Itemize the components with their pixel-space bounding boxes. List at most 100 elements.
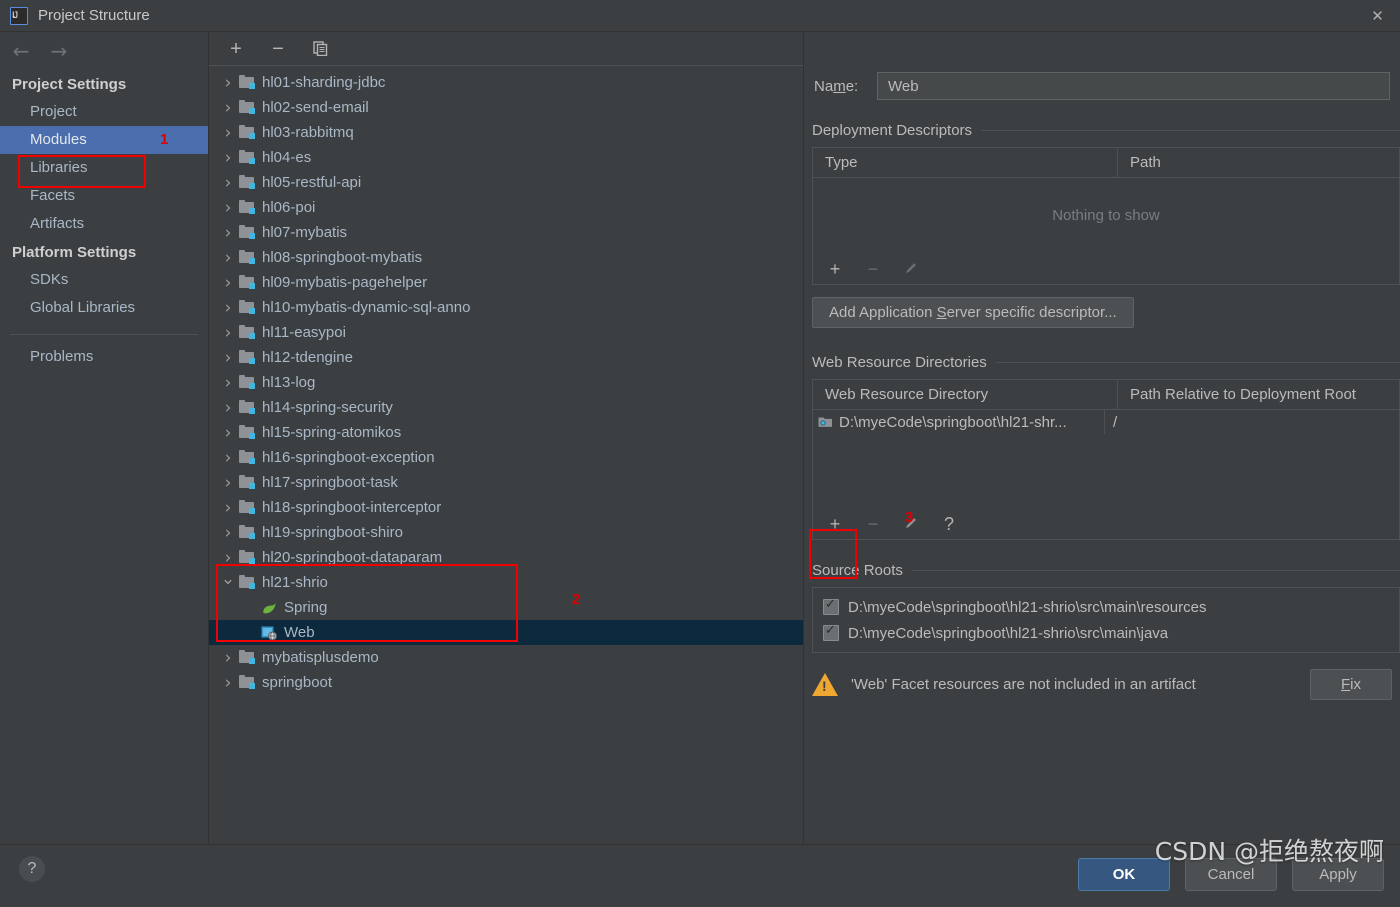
help-question-icon[interactable]: ? [19, 856, 45, 882]
tree-row[interactable]: hl05-restful-api [209, 170, 803, 195]
chevron-right-icon[interactable] [217, 248, 239, 268]
tree-row[interactable]: hl04-es [209, 145, 803, 170]
arrow-right-icon[interactable]: → [48, 41, 70, 61]
tree-row[interactable]: hl10-mybatis-dynamic-sql-anno [209, 295, 803, 320]
chevron-right-icon[interactable] [217, 323, 239, 343]
chevron-right-icon[interactable] [217, 148, 239, 168]
chevron-right-icon[interactable] [217, 173, 239, 193]
btn-text-pre: Add Application [829, 304, 937, 321]
name-row: Name: [814, 72, 1390, 100]
chevron-right-icon[interactable] [217, 348, 239, 368]
dialog-button-group: OK Cancel Apply [1078, 858, 1384, 891]
sidebar-item-facets[interactable]: Facets [0, 182, 208, 210]
settings-sidebar: ← → Project Settings Project Modules Lib… [0, 32, 209, 844]
deployment-descriptors-toolbar: + − [812, 254, 1400, 285]
tree-row[interactable]: hl06-poi [209, 195, 803, 220]
tree-row[interactable]: springboot [209, 670, 803, 695]
source-root-checkbox[interactable] [823, 623, 839, 641]
name-input[interactable] [877, 72, 1390, 100]
chevron-right-icon[interactable] [217, 123, 239, 143]
apply-button[interactable]: Apply [1292, 858, 1384, 891]
module-icon [239, 275, 255, 289]
tree-row[interactable]: hl07-mybatis [209, 220, 803, 245]
sidebar-item-sdks[interactable]: SDKs [0, 266, 208, 294]
chevron-right-icon[interactable] [217, 423, 239, 443]
sidebar-item-project[interactable]: Project [0, 98, 208, 126]
close-icon[interactable]: ✕ [1355, 0, 1400, 31]
tree-row[interactable]: hl18-springboot-interceptor [209, 495, 803, 520]
add-application-server-descriptor-button[interactable]: Add Application Server specific descript… [812, 297, 1134, 328]
table-header-row: Type Path [813, 148, 1399, 178]
chevron-right-icon[interactable] [217, 98, 239, 118]
tree-row[interactable]: hl17-springboot-task [209, 470, 803, 495]
tree-row[interactable]: hl12-tdengine [209, 345, 803, 370]
tree-row[interactable]: hl03-rabbitmq [209, 120, 803, 145]
column-header-path-relative[interactable]: Path Relative to Deployment Root [1118, 380, 1399, 409]
column-header-path[interactable]: Path [1118, 148, 1399, 177]
arrow-left-icon[interactable]: ← [10, 41, 32, 61]
chevron-right-icon[interactable] [217, 298, 239, 318]
chevron-right-icon[interactable] [217, 548, 239, 568]
section-rule [995, 362, 1400, 363]
tree-row-facet-spring[interactable]: Spring [209, 595, 803, 620]
add-icon[interactable]: + [826, 515, 844, 533]
column-header-type[interactable]: Type [813, 148, 1118, 177]
folder-web-icon [818, 416, 833, 428]
ok-button[interactable]: OK [1078, 858, 1170, 891]
cancel-button[interactable]: Cancel [1185, 858, 1277, 891]
chevron-right-icon[interactable] [217, 523, 239, 543]
table-body: D:\myeCode\springboot\hl21-shr... / [813, 410, 1399, 509]
tree-row[interactable]: hl20-springboot-dataparam [209, 545, 803, 570]
chevron-right-icon[interactable] [217, 373, 239, 393]
tree-row[interactable]: hl19-springboot-shiro [209, 520, 803, 545]
tree-row[interactable]: hl08-springboot-mybatis [209, 245, 803, 270]
deployment-descriptors-header: Deployment Descriptors [812, 122, 1400, 139]
tree-row-facet-web[interactable]: Web [209, 620, 803, 645]
table-row[interactable]: D:\myeCode\springboot\hl21-shr... / [813, 410, 1399, 434]
tree-row-hl21-shrio[interactable]: hl21-shrio [209, 570, 803, 595]
chevron-right-icon[interactable] [217, 198, 239, 218]
chevron-right-icon[interactable] [217, 273, 239, 293]
help-question-icon[interactable]: ? [940, 515, 958, 533]
remove-icon[interactable]: − [268, 39, 288, 59]
tree-row[interactable]: hl14-spring-security [209, 395, 803, 420]
sidebar-item-modules[interactable]: Modules [0, 126, 208, 154]
list-item[interactable]: D:\myeCode\springboot\hl21-shrio\src\mai… [813, 594, 1399, 620]
chevron-right-icon[interactable] [217, 498, 239, 518]
tree-row-label: hl15-spring-atomikos [262, 424, 402, 441]
sidebar-item-artifacts[interactable]: Artifacts [0, 210, 208, 238]
source-root-checkbox[interactable] [823, 597, 839, 615]
chevron-right-icon[interactable] [217, 673, 239, 693]
chevron-right-icon[interactable] [217, 448, 239, 468]
list-item[interactable]: D:\myeCode\springboot\hl21-shrio\src\mai… [813, 620, 1399, 646]
chevron-right-icon[interactable] [217, 223, 239, 243]
tree-row[interactable]: hl02-send-email [209, 95, 803, 120]
sidebar-item-libraries[interactable]: Libraries [0, 154, 208, 182]
tree-row[interactable]: hl15-spring-atomikos [209, 420, 803, 445]
chevron-right-icon[interactable] [217, 73, 239, 93]
tree-row-label: hl20-springboot-dataparam [262, 549, 443, 566]
add-icon[interactable]: + [826, 260, 844, 278]
sidebar-item-problems[interactable]: Problems [0, 343, 208, 371]
tree-row-label: hl01-sharding-jdbc [262, 74, 386, 91]
chevron-right-icon[interactable] [217, 473, 239, 493]
chevron-down-icon[interactable] [217, 573, 239, 593]
tree-row[interactable]: hl11-easypoi [209, 320, 803, 345]
warning-triangle-icon [812, 673, 838, 696]
chevron-right-icon[interactable] [217, 398, 239, 418]
tree-row[interactable]: hl16-springboot-exception [209, 445, 803, 470]
fix-button[interactable]: Fix [1309, 669, 1392, 700]
tree-row[interactable]: hl09-mybatis-pagehelper [209, 270, 803, 295]
sidebar-item-global-libraries[interactable]: Global Libraries [0, 294, 208, 322]
copy-icon[interactable] [310, 39, 330, 59]
dialog-footer: ? OK Cancel Apply [0, 844, 1400, 907]
tree-row[interactable]: hl01-sharding-jdbc [209, 70, 803, 95]
tree-row[interactable]: mybatisplusdemo [209, 645, 803, 670]
tree-row[interactable]: hl13-log [209, 370, 803, 395]
chevron-right-icon[interactable] [217, 648, 239, 668]
add-icon[interactable]: + [226, 39, 246, 59]
module-icon [239, 500, 255, 514]
column-header-web-resource-directory[interactable]: Web Resource Directory [813, 380, 1118, 409]
source-roots-list: D:\myeCode\springboot\hl21-shrio\src\mai… [812, 587, 1400, 653]
tree-row-label: hl16-springboot-exception [262, 449, 435, 466]
